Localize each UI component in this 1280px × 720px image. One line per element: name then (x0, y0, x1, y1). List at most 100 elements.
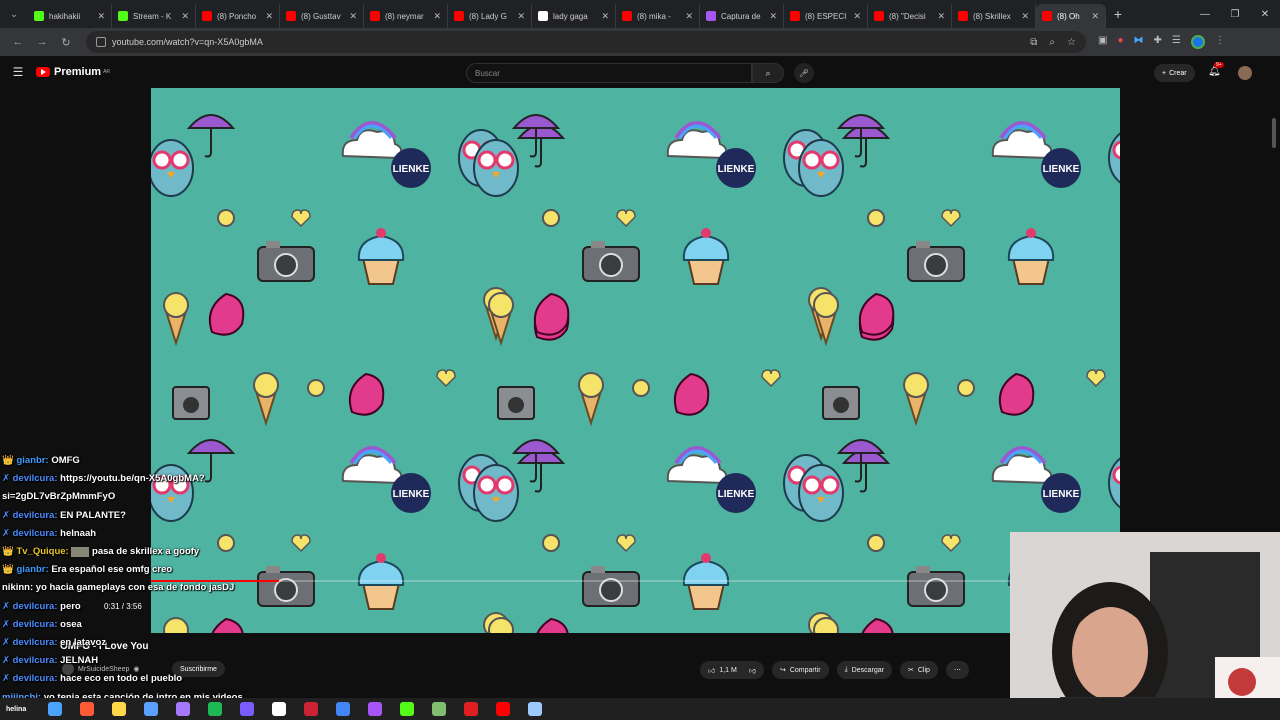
puzzle-icon[interactable]: ✚ (1154, 35, 1162, 49)
taskbar-app-icon[interactable] (272, 702, 287, 716)
youtube-logo[interactable]: Premium AR (36, 66, 110, 78)
browser-tab[interactable]: Stream - K ✕ (112, 4, 196, 28)
tab-title: (8) mika - (637, 11, 671, 21)
chat-username[interactable]: devilcura: (13, 510, 61, 521)
microphone-icon[interactable]: 🎤︎ (794, 63, 814, 83)
taskbar-app-icon[interactable] (432, 702, 447, 716)
search-input[interactable]: Buscar (466, 63, 752, 83)
chat-username[interactable]: gianbr: (16, 455, 51, 466)
tab-close-icon[interactable]: ✕ (265, 11, 273, 22)
taskbar-app-icon[interactable] (528, 702, 543, 716)
video-actions: 👍︎ 1,1 M 👎︎ ↪ Compartir ⤓ Descargar ✂ Cl… (700, 661, 969, 679)
video-progress-bar[interactable] (151, 580, 1120, 582)
tab-title: lady gaga (553, 11, 588, 21)
chat-username[interactable]: devilcura: (13, 637, 61, 648)
browser-tab[interactable]: (8) Gusttav ✕ (280, 4, 364, 28)
taskbar-app-icon[interactable] (208, 702, 223, 716)
chat-username[interactable]: devilcura: (13, 619, 61, 630)
tab-close-icon[interactable]: ✕ (853, 11, 861, 22)
menu-list-icon[interactable]: ☰ (1172, 35, 1181, 49)
taskbar-app-icon[interactable] (144, 702, 159, 716)
forward-icon[interactable]: → (30, 36, 54, 48)
taskbar-app-icon[interactable] (496, 702, 511, 716)
tab-close-icon[interactable]: ✕ (1021, 11, 1029, 22)
share-button[interactable]: ↪ Compartir (771, 661, 829, 679)
page-scrollbar[interactable] (1272, 118, 1276, 148)
minimize-icon[interactable]: — (1190, 9, 1220, 20)
like-button[interactable]: 👍︎ 1,1 M 👎︎ (700, 661, 764, 679)
account-avatar[interactable] (1238, 66, 1252, 80)
back-icon[interactable]: ← (6, 36, 30, 48)
close-window-icon[interactable]: ✕ (1250, 9, 1280, 20)
tab-close-icon[interactable]: ✕ (601, 11, 609, 22)
url-input[interactable]: youtube.com/watch?v=qn-X5A0gbMA ⧉ ⌕ ☆ (86, 31, 1086, 53)
restore-icon[interactable]: ❐ (1220, 9, 1250, 20)
tab-close-icon[interactable]: ✕ (517, 11, 525, 22)
tab-close-icon[interactable]: ✕ (349, 11, 357, 22)
taskbar-app-icon[interactable] (464, 702, 479, 716)
chat-username[interactable]: devilcura: (13, 655, 61, 666)
kebab-menu-icon[interactable]: ⋮ (1215, 35, 1225, 49)
create-button[interactable]: + Crear (1154, 64, 1195, 82)
zoom-icon[interactable]: ⌕ (1049, 37, 1055, 48)
media-icon[interactable]: ▣ (1098, 35, 1107, 49)
chat-username[interactable]: gianbr: (16, 564, 51, 575)
taskbar-app-icon[interactable] (368, 702, 383, 716)
taskbar-app-icon[interactable] (112, 702, 127, 716)
share-icon: ↪ (779, 667, 786, 674)
thumbs-down-icon[interactable]: 👎︎ (749, 666, 756, 675)
taskbar-app-icon[interactable] (176, 702, 191, 716)
tab-favicon-icon (538, 11, 548, 21)
clip-button[interactable]: ✂ Clip (899, 661, 938, 679)
chat-username[interactable]: nikinn: (2, 582, 36, 593)
chat-username[interactable]: devilcura: (13, 528, 61, 539)
new-tab-button[interactable]: + (1106, 6, 1130, 22)
translate-icon[interactable]: ⧓ (1134, 35, 1144, 49)
video-player[interactable]: LIENKE (151, 88, 1120, 633)
browser-tab[interactable]: (8) Oh ✕ (1036, 4, 1106, 28)
chat-badge-icon: 👑 (2, 455, 17, 466)
profile-icon[interactable] (1190, 35, 1205, 49)
extension-icon[interactable]: ● (1117, 35, 1123, 49)
browser-tab[interactable]: (8) ESPECI ✕ (784, 4, 868, 28)
browser-tab[interactable]: (8) Poncho ✕ (196, 4, 280, 28)
search-icon[interactable]: ⌕ (752, 63, 784, 83)
browser-tab[interactable]: hakihakii ✕ (28, 4, 112, 28)
browser-tab[interactable]: (8) mika - ✕ (616, 4, 700, 28)
tab-close-icon[interactable]: ✕ (937, 11, 945, 22)
chat-username[interactable]: devilcura: (13, 601, 61, 612)
tab-close-icon[interactable]: ✕ (769, 11, 777, 22)
browser-tab[interactable]: (8) "Decisi ✕ (868, 4, 952, 28)
more-actions-button[interactable]: ⋯ (945, 661, 969, 679)
taskbar-app-icon[interactable] (400, 702, 415, 716)
tab-favicon-icon (286, 11, 296, 21)
chat-username[interactable]: Tv_Quique: (16, 546, 71, 557)
bookmark-star-icon[interactable]: ☆ (1067, 37, 1076, 48)
download-button[interactable]: ⤓ Descargar (836, 661, 892, 679)
tab-close-icon[interactable]: ✕ (181, 11, 189, 22)
chat-username[interactable]: devilcura: (13, 673, 61, 684)
clip-label: Clip (917, 666, 930, 674)
taskbar-app-icon[interactable] (80, 702, 95, 716)
tab-close-icon[interactable]: ✕ (433, 11, 441, 22)
hamburger-icon[interactable]: ☰ (0, 65, 36, 79)
browser-tab[interactable]: Captura de ✕ (700, 4, 784, 28)
tab-list: hakihakii ✕ Stream - K ✕ (8) Poncho ✕ (8) Gust… (28, 0, 1106, 28)
tab-search-icon[interactable]: ⌄ (0, 0, 28, 28)
tab-close-icon[interactable]: ✕ (685, 11, 693, 22)
browser-tab[interactable]: (8) neymar ✕ (364, 4, 448, 28)
notifications-bell-icon[interactable]: 🔔︎ 9+ (1208, 62, 1224, 77)
site-info-icon[interactable] (96, 37, 106, 47)
taskbar-app-icon[interactable] (240, 702, 255, 716)
taskbar-app-icon[interactable] (304, 702, 319, 716)
tab-close-icon[interactable]: ✕ (97, 11, 105, 22)
reload-icon[interactable]: ↻ (54, 36, 78, 49)
chat-username[interactable]: devilcura: (13, 473, 61, 484)
browser-tab[interactable]: (8) Skrillex ✕ (952, 4, 1036, 28)
browser-tab[interactable]: (8) Lady G ✕ (448, 4, 532, 28)
taskbar-app-icon[interactable] (336, 702, 351, 716)
browser-tab[interactable]: lady gaga ✕ (532, 4, 616, 28)
install-app-icon[interactable]: ⧉ (1030, 37, 1037, 48)
taskbar-app-icon[interactable] (48, 702, 63, 716)
tab-close-icon[interactable]: ✕ (1091, 11, 1099, 22)
